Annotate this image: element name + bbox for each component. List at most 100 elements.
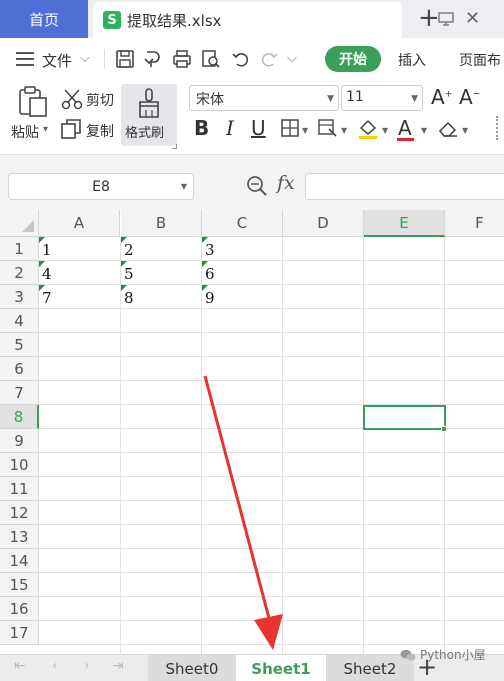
zoom-icon[interactable] — [246, 175, 268, 197]
first-sheet-icon[interactable]: ⇤ — [14, 658, 26, 674]
italic-button[interactable]: I — [226, 116, 234, 140]
borders-icon[interactable] — [281, 119, 299, 137]
row-header-17[interactable]: 17 — [0, 621, 39, 645]
cell-c1[interactable]: 3 — [202, 237, 283, 261]
grid-line — [39, 332, 504, 333]
row-header-3[interactable]: 3 — [0, 285, 39, 309]
grid-line — [39, 524, 504, 525]
new-tab-icon[interactable]: + — [418, 4, 440, 32]
close-tab-icon[interactable]: ✕ — [465, 10, 480, 28]
clear-chevron-icon[interactable]: ▼ — [462, 126, 468, 135]
chevron-down-icon[interactable]: ⌵ — [80, 51, 90, 66]
clipboard-dialog-launcher[interactable] — [172, 144, 177, 149]
sheet-tab-sheet0[interactable]: Sheet0 — [148, 655, 236, 681]
fill-handle[interactable] — [441, 426, 447, 432]
print-icon[interactable] — [172, 49, 192, 69]
save-icon[interactable] — [115, 49, 135, 69]
cell-style-chevron-icon[interactable]: ▼ — [341, 126, 347, 135]
cell-c3[interactable]: 9 — [202, 285, 283, 309]
bold-button[interactable]: B — [194, 116, 209, 140]
cell-b2[interactable]: 5 — [121, 261, 202, 285]
cell-a1[interactable]: 1 — [39, 237, 120, 261]
tab-document[interactable]: S 提取结果.xlsx ✕ — [93, 2, 480, 38]
formula-input[interactable] — [305, 173, 504, 200]
column-header-c[interactable]: C — [202, 210, 283, 237]
font-size-select[interactable]: 11 ▼ — [341, 85, 423, 111]
tab-page-layout[interactable]: 页面布 — [459, 50, 501, 70]
row-header-14[interactable]: 14 — [0, 549, 39, 573]
tab-document-title: 提取结果.xlsx — [127, 11, 222, 30]
row-header-16[interactable]: 16 — [0, 597, 39, 621]
row-header-10[interactable]: 10 — [0, 453, 39, 477]
copy-button[interactable]: 复制 — [86, 121, 114, 141]
row-header-11[interactable]: 11 — [0, 477, 39, 501]
row-header-9[interactable]: 9 — [0, 429, 39, 453]
grid-line — [39, 380, 504, 381]
tab-insert[interactable]: 插入 — [398, 50, 426, 70]
cell-style-icon[interactable] — [318, 119, 338, 137]
column-header-a[interactable]: A — [39, 210, 120, 237]
font-color-icon[interactable]: A — [398, 116, 412, 140]
cell-a2[interactable]: 4 — [39, 261, 120, 285]
sheet-tab-sheet1[interactable]: Sheet1 — [236, 655, 326, 681]
row-header-12[interactable]: 12 — [0, 501, 39, 525]
select-all-corner[interactable] — [0, 210, 39, 237]
row-header-7[interactable]: 7 — [0, 381, 39, 405]
row-header-6[interactable]: 6 — [0, 357, 39, 381]
font-name-select[interactable]: 宋体 ▼ — [189, 85, 339, 111]
ribbon-home: 粘贴 ▾ 剪切 复制 格式刷 宋体 ▼ 11 ▼ A+ A− B I U ▼ ▼… — [0, 80, 504, 154]
cell-b3[interactable]: 8 — [121, 285, 202, 309]
customize-quick-access-chevron-icon[interactable]: ⌵ — [287, 51, 297, 66]
next-sheet-icon[interactable]: › — [84, 658, 90, 674]
export-icon[interactable] — [143, 49, 163, 69]
undo-icon[interactable] — [231, 49, 251, 69]
increase-font-size-icon[interactable]: A+ — [431, 85, 452, 109]
cut-button[interactable]: 剪切 — [86, 90, 114, 110]
chevron-down-icon[interactable]: ▼ — [181, 182, 187, 191]
cell-a3[interactable]: 7 — [39, 285, 120, 309]
column-header-e[interactable]: E — [364, 210, 445, 237]
menu-file[interactable]: 文件 — [42, 50, 72, 71]
tab-start[interactable]: 开始 — [325, 46, 381, 72]
column-header-b[interactable]: B — [121, 210, 202, 237]
paste-button[interactable]: 粘贴 — [11, 122, 39, 142]
row-header-4[interactable]: 4 — [0, 309, 39, 333]
active-cell-cursor[interactable] — [363, 405, 446, 430]
paste-icon[interactable] — [18, 86, 48, 118]
print-preview-icon[interactable] — [201, 49, 221, 69]
insert-function-icon[interactable]: fx — [277, 172, 295, 194]
number-as-text-indicator-icon — [39, 261, 45, 267]
fill-color-icon[interactable] — [357, 118, 379, 140]
tab-home[interactable]: 首页 — [0, 0, 88, 38]
row-header-5[interactable]: 5 — [0, 333, 39, 357]
eraser-icon[interactable] — [437, 119, 459, 139]
format-painter-button[interactable]: 格式刷 — [121, 84, 177, 146]
row-header-1[interactable]: 1 — [0, 237, 39, 261]
row-header-8[interactable]: 8 — [0, 405, 39, 429]
font-color-chevron-icon[interactable]: ▼ — [421, 126, 427, 135]
name-box[interactable]: E8 ▼ — [8, 173, 194, 200]
copy-icon[interactable] — [61, 119, 81, 139]
name-box-value: E8 — [92, 178, 110, 195]
spreadsheet-grid[interactable]: A B C D E F 1 2 3 4 5 6 7 8 9 10 11 12 13 14 15 16 17 1 2 3 4 5 6 7 8 9 — [0, 210, 504, 654]
last-sheet-icon[interactable]: ⇥ — [112, 658, 124, 674]
column-header-f[interactable]: F — [445, 210, 504, 237]
grid-line — [444, 237, 445, 654]
scissors-icon[interactable] — [61, 88, 83, 110]
prev-sheet-icon[interactable]: ‹ — [52, 658, 58, 674]
monitor-icon[interactable] — [438, 12, 454, 26]
column-header-d[interactable]: D — [283, 210, 364, 237]
cell-b1[interactable]: 2 — [121, 237, 202, 261]
redo-icon[interactable] — [259, 49, 279, 69]
row-header-13[interactable]: 13 — [0, 525, 39, 549]
row-header-15[interactable]: 15 — [0, 573, 39, 597]
paste-options-chevron-icon[interactable]: ▾ — [43, 124, 48, 135]
cell-c2[interactable]: 6 — [202, 261, 283, 285]
grid-line — [39, 644, 504, 645]
row-header-2[interactable]: 2 — [0, 261, 39, 285]
decrease-font-size-icon[interactable]: A− — [459, 85, 480, 109]
borders-chevron-icon[interactable]: ▼ — [302, 126, 308, 135]
underline-button[interactable]: U — [251, 116, 266, 140]
fill-color-chevron-icon[interactable]: ▼ — [382, 126, 388, 135]
hamburger-menu-icon[interactable] — [16, 52, 34, 66]
